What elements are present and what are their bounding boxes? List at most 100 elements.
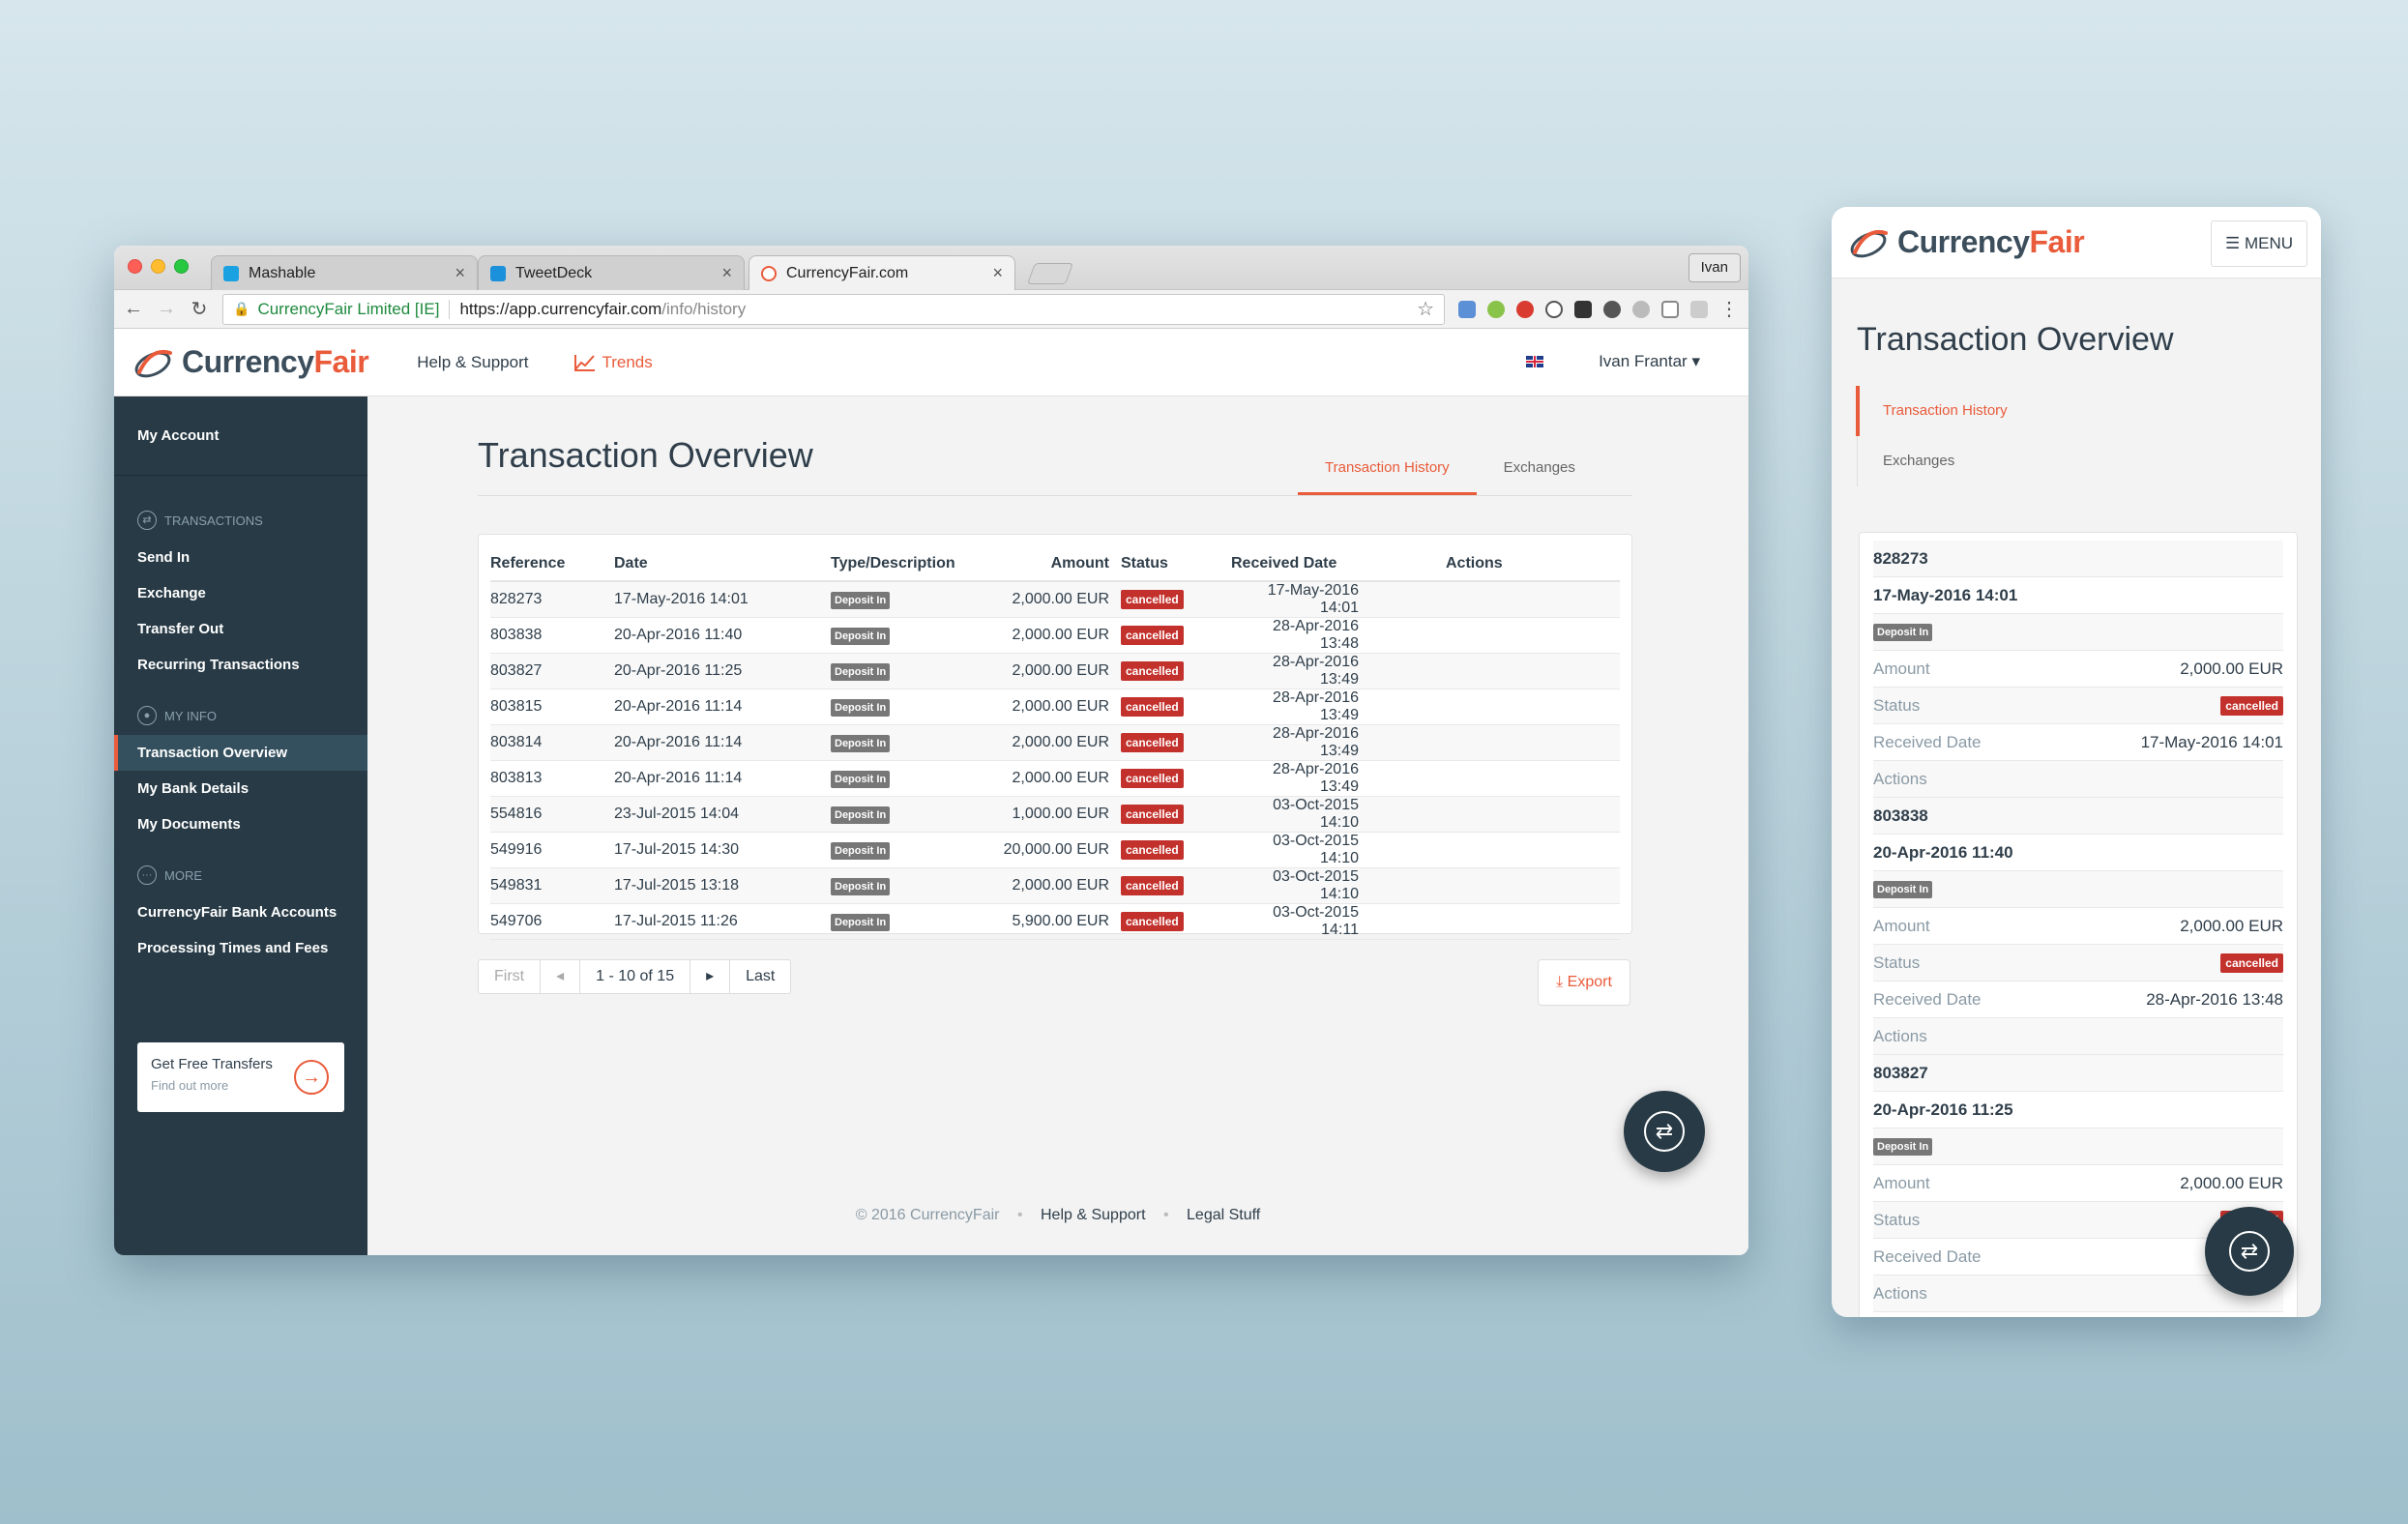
pager-next-icon[interactable]: ▸ — [690, 960, 731, 993]
pager-first-button[interactable]: First — [479, 960, 542, 993]
column-header[interactable]: Type/Description — [831, 546, 995, 582]
column-header[interactable]: Date — [614, 546, 831, 582]
extension-cloud-icon[interactable] — [1632, 300, 1650, 318]
column-header[interactable]: Amount — [995, 546, 1121, 582]
mobile-row-date: 20-Apr-2016 11:40 — [1873, 835, 2283, 871]
table-row[interactable]: 803815 20-Apr-2016 11:14 Deposit In 2,000.0… — [490, 689, 1620, 725]
cell-actions[interactable] — [1446, 832, 1620, 868]
cell-actions[interactable] — [1446, 760, 1620, 797]
received-value: 17-May-2016 14:01 — [2140, 732, 2283, 751]
currencyfair-logo[interactable]: CurrencyFair — [132, 343, 369, 382]
table-row[interactable]: 828273 17-May-2016 14:01 Deposit In 2,000.0… — [490, 581, 1620, 618]
transactions-table-card: Reference Date Type/Description Amount S… — [478, 534, 1632, 940]
trends-link[interactable]: Trends — [574, 353, 653, 372]
reload-icon[interactable]: ↻ — [190, 297, 209, 321]
help-support-link[interactable]: Help & Support — [417, 353, 528, 372]
sidebar-item-my-bank-details[interactable]: My Bank Details — [114, 771, 367, 806]
mobile-transaction-item[interactable]: 803838 20-Apr-2016 11:40 Deposit In Amount 2… — [1873, 798, 2283, 1055]
deposit-badge: Deposit In — [831, 627, 891, 645]
cell-actions[interactable] — [1446, 796, 1620, 833]
sidebar-item-transfer-out[interactable]: Transfer Out — [114, 611, 367, 647]
uk-flag-icon[interactable] — [1526, 356, 1543, 367]
mobile-tab-exchanges[interactable]: Exchanges — [1858, 436, 2321, 486]
free-transfers-promo[interactable]: Get Free Transfers Find out more → — [137, 1042, 344, 1112]
close-tab-icon[interactable]: × — [455, 263, 465, 283]
bookmark-star-icon[interactable]: ☆ — [1417, 297, 1434, 321]
extension-android-icon[interactable] — [1487, 300, 1505, 318]
mobile-menu-button[interactable]: ☰ MENU — [2210, 220, 2307, 267]
pager-prev-icon[interactable]: ◂ — [541, 960, 581, 993]
close-window-button[interactable] — [128, 259, 142, 274]
table-row[interactable]: 549916 17-Jul-2015 14:30 Deposit In 20,000.… — [490, 832, 1620, 868]
cell-actions[interactable] — [1446, 724, 1620, 761]
tab-exchanges[interactable]: Exchanges — [1477, 449, 1602, 495]
cell-amount: 2,000.00 EUR — [995, 724, 1121, 761]
cell-actions[interactable] — [1446, 867, 1620, 904]
maximize-window-button[interactable] — [174, 259, 189, 274]
column-header[interactable]: Reference — [490, 546, 614, 582]
sidebar-item-bank-accounts[interactable]: CurrencyFair Bank Accounts — [114, 894, 367, 930]
mobile-row-type: Deposit In — [1873, 871, 2283, 908]
table-row[interactable]: 803838 20-Apr-2016 11:40 Deposit In 2,000.0… — [490, 617, 1620, 654]
extension-owl-icon[interactable] — [1603, 300, 1621, 318]
browser-tab-mashable[interactable]: Mashable × — [211, 255, 478, 290]
close-tab-icon[interactable]: × — [721, 263, 732, 283]
pager-last-button[interactable]: Last — [730, 960, 790, 993]
user-menu[interactable]: Ivan Frantar ▾ — [1599, 352, 1700, 371]
status-badge: cancelled — [1121, 805, 1184, 824]
cell-actions[interactable] — [1446, 903, 1620, 940]
sidebar-item-send-in[interactable]: Send In — [114, 540, 367, 575]
column-header[interactable]: Received Date — [1231, 546, 1446, 582]
browser-tab-currencyfair[interactable]: CurrencyFair.com × — [749, 255, 1015, 290]
mobile-row-amount: Amount 2,000.00 EUR — [1873, 1165, 2283, 1202]
mobile-tab-transaction-history[interactable]: Transaction History — [1856, 386, 2321, 436]
table-row[interactable]: 554816 23-Jul-2015 14:04 Deposit In 1,000.0… — [490, 796, 1620, 833]
mobile-row-actions: Actions — [1873, 1018, 2283, 1055]
table-row[interactable]: 803827 20-Apr-2016 11:25 Deposit In 2,000.0… — [490, 653, 1620, 689]
status-badge: cancelled — [1121, 840, 1184, 860]
footer-help-link[interactable]: Help & Support — [1041, 1207, 1146, 1223]
sidebar-item-processing-times[interactable]: Processing Times and Fees — [114, 930, 367, 966]
url-input[interactable]: 🔒 CurrencyFair Limited [IE] https://app.… — [222, 293, 1445, 325]
chrome-menu-icon[interactable]: ⋮ — [1719, 297, 1739, 321]
export-button[interactable]: ⤓ Export — [1538, 959, 1630, 1006]
table-row[interactable]: 549831 17-Jul-2015 13:18 Deposit In 2,000.0… — [490, 867, 1620, 904]
sidebar-item-exchange[interactable]: Exchange — [114, 575, 367, 611]
extension-info-icon[interactable] — [1545, 300, 1563, 318]
forward-icon[interactable]: → — [157, 298, 176, 320]
cast-icon[interactable] — [1661, 300, 1679, 318]
currencyfair-logo[interactable]: CurrencyFair — [1847, 223, 2085, 262]
cell-received-date: 28-Apr-2016 13:49 — [1231, 689, 1446, 725]
extension-calendar-icon[interactable] — [1458, 300, 1476, 318]
footer-legal-link[interactable]: Legal Stuff — [1187, 1207, 1260, 1223]
cell-actions[interactable] — [1446, 581, 1620, 618]
column-header[interactable]: Status — [1121, 546, 1231, 582]
cell-actions[interactable] — [1446, 653, 1620, 689]
extension-bird-icon[interactable] — [1574, 300, 1592, 318]
table-row[interactable]: 549706 17-Jul-2015 11:26 Deposit In 5,900.0… — [490, 903, 1620, 940]
mobile-transaction-item[interactable]: 828273 17-May-2016 14:01 Deposit In Amount 2… — [1873, 541, 2283, 798]
sidebar-item-transaction-overview[interactable]: Transaction Overview — [114, 735, 367, 771]
back-icon[interactable]: ← — [124, 298, 143, 320]
table-row[interactable]: 803814 20-Apr-2016 11:14 Deposit In 2,000.0… — [490, 724, 1620, 761]
cell-status: cancelled — [1121, 724, 1231, 761]
new-tab-button[interactable] — [1026, 263, 1074, 284]
tab-transaction-history[interactable]: Transaction History — [1298, 449, 1477, 495]
extension-red-icon[interactable] — [1516, 300, 1534, 318]
export-label: Export — [1567, 974, 1612, 990]
cell-actions[interactable] — [1446, 617, 1620, 654]
sidebar-item-my-documents[interactable]: My Documents — [114, 806, 367, 842]
close-tab-icon[interactable]: × — [992, 263, 1003, 283]
table-row[interactable]: 803813 20-Apr-2016 11:14 Deposit In 2,000.0… — [490, 760, 1620, 797]
column-header[interactable]: Actions — [1446, 546, 1620, 582]
sidebar-item-my-account[interactable]: My Account — [114, 418, 367, 454]
quick-transfer-fab[interactable]: ⇄ — [1624, 1091, 1705, 1172]
profile-button[interactable]: Ivan — [1688, 253, 1741, 282]
status-badge: cancelled — [1121, 769, 1184, 788]
minimize-window-button[interactable] — [151, 259, 165, 274]
sidebar-item-recurring-transactions[interactable]: Recurring Transactions — [114, 647, 367, 683]
extension-gray-icon[interactable] — [1690, 300, 1708, 318]
mobile-quick-transfer-fab[interactable]: ⇄ — [2205, 1207, 2294, 1296]
cell-actions[interactable] — [1446, 689, 1620, 725]
browser-tab-tweetdeck[interactable]: TweetDeck × — [478, 255, 745, 290]
